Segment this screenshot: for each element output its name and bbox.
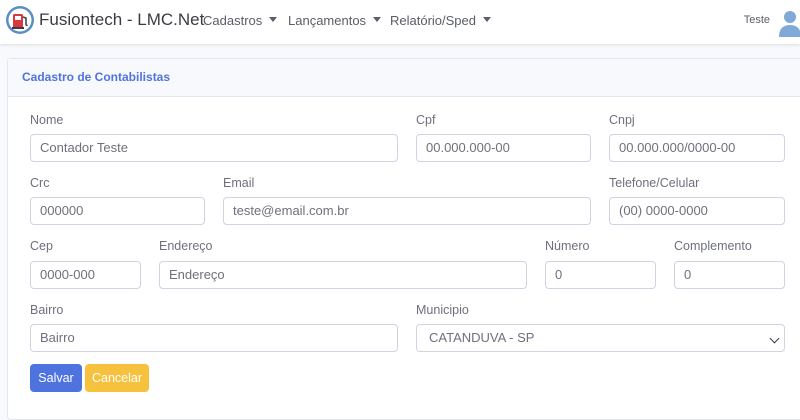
chevron-down-icon — [769, 333, 780, 344]
nav-cadastros-label: Cadastros — [203, 13, 263, 28]
municipio-select[interactable]: CATANDUVA - SP — [416, 324, 785, 352]
nome-input[interactable]: Contador Teste — [30, 134, 398, 162]
nav-lancamentos-label: Lançamentos — [288, 13, 367, 28]
app-title[interactable]: Fusiontech - LMC.Net — [39, 10, 204, 30]
caret-down-icon — [373, 17, 382, 23]
numero-input[interactable]: 0 — [545, 261, 656, 289]
cpf-input[interactable]: 00.000.000-00 — [416, 134, 591, 162]
endereco-label: Endereço — [159, 239, 213, 253]
cep-label: Cep — [30, 239, 53, 253]
bairro-input[interactable]: Bairro — [30, 324, 398, 352]
municipio-label: Municipio — [416, 303, 469, 317]
nav-lancamentos[interactable]: Lançamentos — [288, 13, 382, 28]
card-header: Cadastro de Contabilistas — [8, 59, 800, 97]
caret-down-icon — [483, 17, 491, 23]
user-avatar-icon[interactable] — [778, 7, 800, 37]
cep-input[interactable]: 0000-000 — [30, 261, 141, 289]
crc-input[interactable]: 000000 — [30, 197, 205, 225]
bairro-label: Bairro — [30, 303, 64, 317]
numero-label: Número — [545, 239, 590, 253]
nav-relatorio-sped-label: Relatório/Sped — [390, 13, 476, 28]
cpf-label: Cpf — [416, 113, 436, 127]
nome-label: Nome — [30, 113, 64, 127]
complemento-input[interactable]: 0 — [674, 261, 785, 289]
crc-label: Crc — [30, 176, 50, 190]
nav-cadastros[interactable]: Cadastros — [203, 13, 278, 28]
save-button[interactable]: Salvar — [30, 364, 82, 392]
caret-down-icon — [269, 17, 278, 23]
email-input[interactable]: teste@email.com.br — [223, 197, 591, 225]
nav-relatorio-sped[interactable]: Relatório/Sped — [390, 13, 491, 28]
complemento-label: Complemento — [674, 239, 752, 253]
cnpj-label: Cnpj — [609, 113, 635, 127]
municipio-selected-value: CATANDUVA - SP — [429, 330, 535, 345]
fuel-pump-logo-icon[interactable] — [5, 5, 35, 35]
user-name[interactable]: Teste — [744, 14, 770, 26]
cancel-button[interactable]: Cancelar — [85, 364, 149, 392]
top-navbar: Fusiontech - LMC.Net Cadastros Lançament… — [0, 0, 800, 44]
cnpj-input[interactable]: 00.000.000/0000-00 — [609, 134, 785, 162]
telefone-label: Telefone/Celular — [609, 176, 700, 190]
email-label: Email — [223, 176, 255, 190]
telefone-input[interactable]: (00) 0000-0000 — [609, 197, 785, 225]
endereco-input[interactable]: Endereço — [159, 261, 527, 289]
card-title: Cadastro de Contabilistas — [22, 70, 171, 84]
